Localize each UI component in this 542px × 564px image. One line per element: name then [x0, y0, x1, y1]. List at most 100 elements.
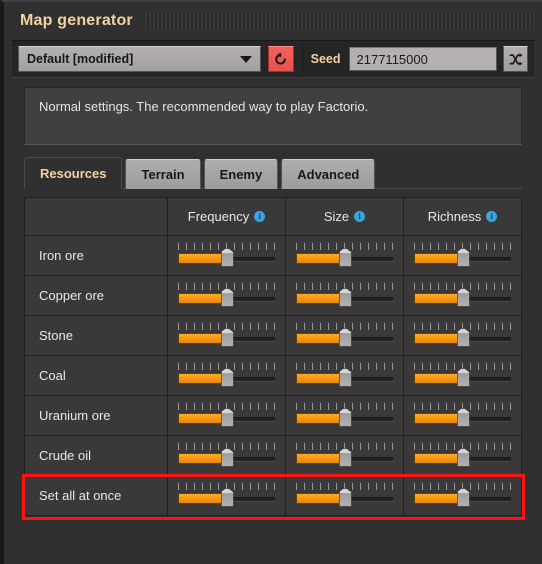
cell-frequency — [167, 475, 286, 516]
window-drag-handle[interactable] — [144, 12, 534, 30]
tab-terrain[interactable]: Terrain — [125, 159, 201, 189]
slider-handle[interactable] — [220, 247, 234, 267]
info-icon[interactable]: i — [254, 211, 266, 222]
row-label: Stone — [39, 328, 73, 343]
richness-slider[interactable] — [412, 282, 513, 309]
slider-fill — [414, 292, 463, 304]
slider-fill — [178, 452, 227, 464]
size-slider[interactable] — [294, 362, 395, 389]
cell-frequency — [167, 435, 286, 476]
table-row: Copper ore — [24, 275, 522, 316]
map-generator-window: Map generator Default [modified] Seed 21… — [0, 0, 542, 564]
resources-table: Frequency i Size i Richness i Iron ore Copper … — [24, 197, 522, 516]
slider-handle[interactable] — [220, 487, 234, 507]
slider-fill — [296, 332, 345, 344]
cell-richness — [403, 235, 522, 276]
slider-fill — [414, 412, 463, 424]
frequency-slider[interactable] — [176, 442, 277, 469]
size-slider[interactable] — [294, 442, 395, 469]
richness-slider[interactable] — [412, 362, 513, 389]
slider-fill — [296, 452, 345, 464]
cell-frequency — [167, 235, 286, 276]
frequency-slider[interactable] — [176, 482, 277, 509]
tab-resources[interactable]: Resources — [24, 157, 123, 189]
slider-handle[interactable] — [338, 367, 352, 387]
slider-handle[interactable] — [338, 287, 352, 307]
richness-slider[interactable] — [412, 482, 513, 509]
info-icon[interactable]: i — [354, 211, 366, 222]
reset-button[interactable] — [268, 46, 294, 72]
richness-slider[interactable] — [412, 442, 513, 469]
cell-size — [285, 315, 404, 356]
richness-slider[interactable] — [412, 322, 513, 349]
slider-handle[interactable] — [456, 487, 470, 507]
slider-handle[interactable] — [456, 327, 470, 347]
size-slider[interactable] — [294, 322, 395, 349]
slider-handle[interactable] — [456, 247, 470, 267]
slider-handle[interactable] — [456, 407, 470, 427]
cell-richness — [403, 315, 522, 356]
cell-size — [285, 435, 404, 476]
richness-slider[interactable] — [412, 402, 513, 429]
info-icon[interactable]: i — [486, 211, 498, 222]
table-row: Uranium ore — [24, 395, 522, 436]
slider-fill — [178, 492, 227, 504]
slider-fill — [414, 332, 463, 344]
richness-slider[interactable] — [412, 242, 513, 269]
frequency-slider[interactable] — [176, 282, 277, 309]
row-label-cell: Uranium ore — [24, 395, 168, 436]
frequency-slider[interactable] — [176, 322, 277, 349]
cell-richness — [403, 395, 522, 436]
settings-tabs: Resources Terrain Enemy Advanced — [24, 155, 542, 189]
column-header-size: Size i — [285, 197, 404, 236]
slider-handle[interactable] — [338, 487, 352, 507]
preset-dropdown[interactable]: Default [modified] — [18, 46, 262, 72]
slider-fill — [178, 372, 227, 384]
slider-handle[interactable] — [220, 447, 234, 467]
frequency-slider[interactable] — [176, 242, 277, 269]
slider-handle[interactable] — [456, 287, 470, 307]
slider-fill — [296, 372, 345, 384]
row-label-cell: Iron ore — [24, 235, 168, 276]
slider-handle[interactable] — [338, 327, 352, 347]
slider-fill — [414, 452, 463, 464]
tab-advanced[interactable]: Advanced — [281, 159, 376, 189]
preset-description-box: Normal settings. The recommended way to … — [24, 87, 522, 145]
preset-toolbar: Default [modified] Seed — [12, 40, 534, 78]
column-header-blank — [24, 197, 168, 236]
slider-fill — [178, 332, 227, 344]
tab-enemy[interactable]: Enemy — [203, 159, 279, 189]
size-slider[interactable] — [294, 242, 395, 269]
slider-handle[interactable] — [456, 447, 470, 467]
cell-richness — [403, 355, 522, 396]
slider-fill — [414, 372, 463, 384]
frequency-slider[interactable] — [176, 402, 277, 429]
row-label: Set all at once — [39, 488, 122, 503]
frequency-slider[interactable] — [176, 362, 277, 389]
cell-size — [285, 475, 404, 516]
slider-handle[interactable] — [220, 287, 234, 307]
preset-dropdown-label: Default [modified] — [27, 52, 134, 66]
preset-description-text: Normal settings. The recommended way to … — [39, 99, 369, 114]
seed-input[interactable] — [348, 47, 497, 71]
size-slider[interactable] — [294, 482, 395, 509]
cell-size — [285, 355, 404, 396]
slider-fill — [414, 252, 463, 264]
slider-handle[interactable] — [338, 447, 352, 467]
slider-handle[interactable] — [220, 367, 234, 387]
slider-handle[interactable] — [338, 407, 352, 427]
reset-arrow-icon — [275, 52, 287, 65]
shuffle-seed-button[interactable] — [502, 46, 529, 72]
slider-fill — [178, 412, 227, 424]
slider-handle[interactable] — [220, 407, 234, 427]
table-body: Iron ore Copper ore Stone Coal Uranium ore Cr… — [24, 235, 522, 516]
size-slider[interactable] — [294, 402, 395, 429]
slider-handle[interactable] — [220, 327, 234, 347]
slider-handle[interactable] — [338, 247, 352, 267]
resources-table-wrapper: Frequency i Size i Richness i Iron ore Copper … — [21, 188, 525, 520]
size-slider[interactable] — [294, 282, 395, 309]
slider-fill — [296, 292, 345, 304]
table-row: Set all at once — [24, 475, 522, 516]
slider-handle[interactable] — [456, 367, 470, 387]
row-label-cell: Crude oil — [24, 435, 168, 476]
